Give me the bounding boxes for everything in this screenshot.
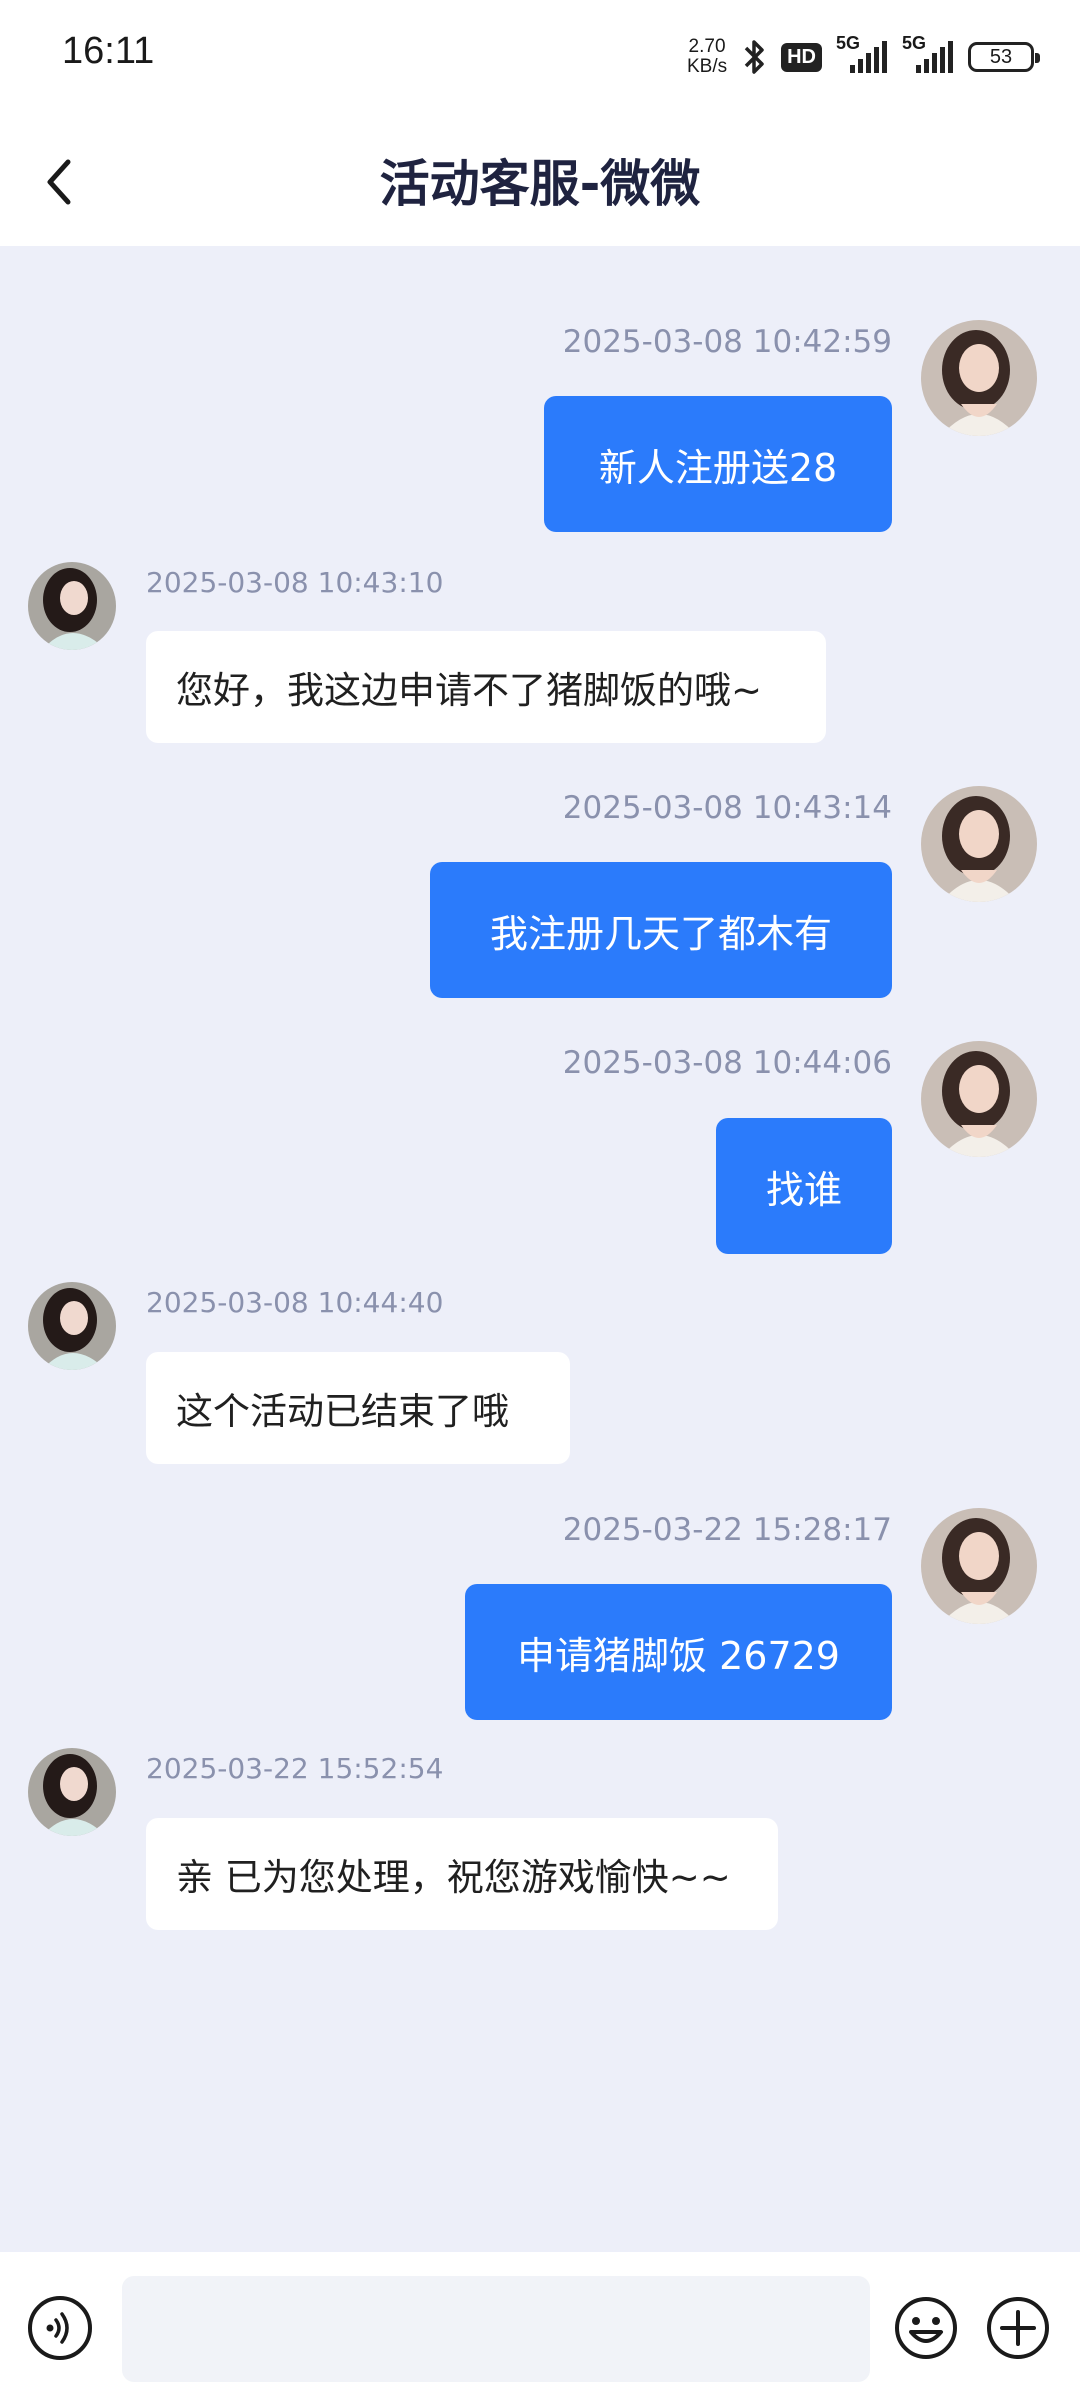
signal-bars-icon	[916, 41, 953, 73]
hd-badge: HD	[781, 42, 822, 72]
emoji-icon	[895, 2297, 957, 2359]
signal-1: 5G	[836, 33, 888, 77]
message-bubble[interactable]: 我注册几天了都木有	[430, 862, 892, 998]
message-timestamp: 2025-03-22 15:52:54	[146, 1752, 444, 1785]
user-avatar[interactable]	[921, 1041, 1037, 1157]
user-avatar[interactable]	[921, 320, 1037, 436]
bluetooth-icon	[744, 40, 764, 74]
network-speed: 2.70 KB/s	[687, 37, 727, 77]
message-bubble[interactable]: 这个活动已结束了哦	[146, 1352, 570, 1464]
input-bar	[0, 2252, 1080, 2400]
message-bubble[interactable]: 找谁	[716, 1118, 892, 1254]
message-timestamp: 2025-03-08 10:42:59	[562, 324, 892, 360]
user-avatar-image	[921, 320, 1037, 436]
message-bubble[interactable]: 亲 已为您处理，祝您游戏愉快~~	[146, 1818, 778, 1930]
network-speed-value: 2.70	[688, 36, 726, 57]
status-time: 16:11	[62, 30, 155, 72]
message-timestamp: 2025-03-08 10:44:40	[146, 1286, 444, 1319]
plus-icon	[987, 2297, 1049, 2359]
agent-avatar[interactable]	[28, 1282, 116, 1370]
agent-avatar-image	[28, 562, 116, 650]
chat-messages[interactable]: 2025-03-08 10:42:59 新人注册送28 2025-03-08 1…	[0, 246, 1080, 2236]
agent-avatar-image	[28, 1282, 116, 1370]
user-avatar-image	[921, 1041, 1037, 1157]
agent-avatar[interactable]	[28, 1748, 116, 1836]
message-bubble[interactable]: 新人注册送28	[544, 396, 892, 532]
user-avatar-image	[921, 1508, 1037, 1624]
message-bubble[interactable]: 申请猪脚饭 26729	[465, 1584, 892, 1720]
voice-button[interactable]	[28, 2296, 92, 2360]
message-input[interactable]	[122, 2276, 870, 2382]
message-bubble[interactable]: 您好，我这边申请不了猪脚饭的哦~	[146, 631, 826, 743]
battery-icon: 53	[968, 42, 1040, 72]
plus-button[interactable]	[986, 2296, 1050, 2360]
status-bar: 16:11 2.70 KB/s HD 5G 5G 53	[0, 0, 1080, 118]
user-avatar-image	[921, 786, 1037, 902]
message-timestamp: 2025-03-22 15:28:17	[562, 1512, 892, 1548]
status-icons: 2.70 KB/s HD 5G 5G 53	[687, 33, 1040, 80]
signal-2: 5G	[902, 33, 954, 77]
voice-icon	[46, 2312, 69, 2344]
chat-header: 活动客服-微微	[0, 118, 1080, 246]
user-avatar[interactable]	[921, 1508, 1037, 1624]
agent-avatar-image	[28, 1748, 116, 1836]
user-avatar[interactable]	[921, 786, 1037, 902]
network-speed-unit: KB/s	[686, 56, 728, 77]
battery-level: 53	[989, 45, 1013, 68]
emoji-button[interactable]	[894, 2296, 958, 2360]
message-timestamp: 2025-03-08 10:43:14	[562, 790, 892, 826]
page-title: 活动客服-微微	[379, 155, 701, 213]
agent-avatar[interactable]	[28, 562, 116, 650]
signal-bars-icon	[850, 41, 887, 73]
message-timestamp: 2025-03-08 10:43:10	[146, 566, 444, 599]
message-timestamp: 2025-03-08 10:44:06	[562, 1045, 892, 1081]
